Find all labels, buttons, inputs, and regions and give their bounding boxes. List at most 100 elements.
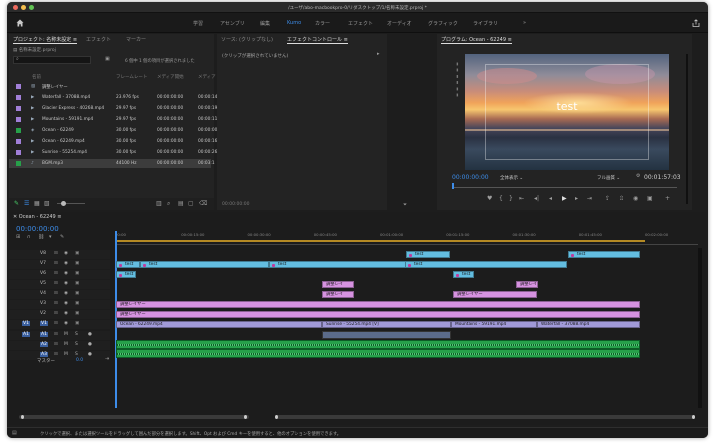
timeline-clip[interactable]: test xyxy=(116,261,140,268)
export-frame-icon[interactable]: ◉ xyxy=(633,196,638,202)
toggle-output-icon[interactable]: ▣ xyxy=(75,271,79,276)
track-target-toggle[interactable]: V5 xyxy=(40,281,46,286)
timeline-clip[interactable]: 調整レイ xyxy=(322,291,354,298)
list-view-icon[interactable]: ☰ xyxy=(24,201,29,207)
label-color-swatch[interactable] xyxy=(16,95,21,100)
nest-icon[interactable]: ⊞ xyxy=(16,235,20,240)
find-icon[interactable]: ⌕ xyxy=(167,201,170,207)
tab-source[interactable]: ソース: (クリップなし) xyxy=(221,36,273,43)
track-target-toggle[interactable]: V1 xyxy=(40,321,48,326)
toggle-output-icon[interactable]: ▣ xyxy=(75,261,79,266)
timeline-sequence-tab[interactable]: ✕ Ocean - 62249 ≡ xyxy=(13,214,61,220)
project-item[interactable]: ▧ 調整レイヤー xyxy=(9,82,211,91)
timeline-clip[interactable]: test xyxy=(453,271,474,278)
eye-icon[interactable]: ◉ xyxy=(64,271,68,276)
timeline-clip[interactable]: 調整レイヤー xyxy=(116,301,640,308)
project-item[interactable]: ◈ Ocean - 62249 30.00 fps 00:00:00:00 00:00:… xyxy=(9,126,217,135)
resolution-dropdown[interactable]: フル画質 ⌄ xyxy=(597,175,620,181)
step-back-frame-icon[interactable]: ◂ xyxy=(549,196,552,202)
track-target-toggle[interactable]: V8 xyxy=(40,251,46,256)
effects-timecode[interactable]: 00:00:00:00 xyxy=(222,202,249,207)
new-bin-icon[interactable]: ▤ xyxy=(178,201,184,207)
time-ruler[interactable]: 00:00 00:00:15:00 00:00:30:00 00:00:45:00 00… xyxy=(115,231,698,245)
icon-view-icon[interactable]: ▦ xyxy=(34,201,40,207)
eye-icon[interactable]: ◉ xyxy=(64,301,68,306)
settings-wrench-icon[interactable]: ⚙ xyxy=(636,174,640,179)
sync-lock-icon[interactable]: ⊟ xyxy=(54,321,58,326)
go-to-out-icon[interactable]: ⇥ xyxy=(587,196,592,202)
audio-clip-a1[interactable] xyxy=(116,340,640,349)
column-media-start[interactable]: メディア開始 xyxy=(157,74,184,80)
timeline-clip[interactable]: 調整レイヤー xyxy=(116,311,640,318)
close-icon[interactable]: ✕ xyxy=(13,214,17,220)
tab-effects[interactable]: エフェクト xyxy=(86,36,111,43)
toggle-output-icon[interactable]: ▣ xyxy=(75,281,79,286)
timeline-clip[interactable]: Sunrise - 55254.mp4 [V] xyxy=(322,321,451,328)
workspace-tab-assembly[interactable]: アセンブリ xyxy=(220,20,245,27)
tab-effect-controls[interactable]: エフェクトコントロール ≡ xyxy=(287,36,348,44)
label-color-swatch[interactable] xyxy=(16,106,21,111)
mark-out-icon[interactable]: } xyxy=(509,196,513,202)
timeline-clip[interactable]: 調整レイ xyxy=(322,281,354,288)
add-marker-icon[interactable]: ▾ xyxy=(49,235,52,240)
column-media-end[interactable]: メディア xyxy=(198,74,216,80)
go-to-in-icon[interactable]: ⇤ xyxy=(519,196,524,202)
button-editor-icon[interactable]: + xyxy=(665,196,670,202)
workspace-tab-audio[interactable]: オーディオ xyxy=(387,20,412,27)
sync-lock-icon[interactable]: ⊟ xyxy=(54,342,58,347)
sync-lock-icon[interactable]: ⊟ xyxy=(54,271,58,276)
source-patch-v1[interactable]: V1 xyxy=(22,321,30,326)
workspace-tab-kumo[interactable]: Kumo xyxy=(287,20,301,26)
sync-lock-icon[interactable]: ⊟ xyxy=(54,311,58,316)
timeline-clip[interactable]: Ocean - 62249.mp4 xyxy=(116,321,322,328)
workspace-tab-libraries[interactable]: ライブラリ xyxy=(473,20,498,27)
comparison-icon[interactable]: ▣ xyxy=(647,196,653,202)
microphone-icon[interactable]: ● xyxy=(88,342,92,347)
mute-button[interactable]: M xyxy=(64,342,68,347)
sync-lock-icon[interactable]: ⊟ xyxy=(54,251,58,256)
sync-lock-icon[interactable]: ⊟ xyxy=(54,261,58,266)
toggle-output-icon[interactable]: ▣ xyxy=(75,251,79,256)
eye-icon[interactable]: ◉ xyxy=(64,251,68,256)
tab-markers[interactable]: マーカー xyxy=(126,36,146,43)
panel-menu-icon[interactable]: ≡ xyxy=(508,37,512,43)
program-timecode[interactable]: 00:00:00:00 xyxy=(452,174,489,181)
playhead[interactable] xyxy=(115,231,117,408)
workspace-tab-color[interactable]: カラー xyxy=(315,20,330,27)
step-forward-icon[interactable]: ▸ xyxy=(575,196,578,202)
label-color-swatch[interactable] xyxy=(16,139,21,144)
work-area-bar[interactable] xyxy=(115,240,645,242)
new-item-icon[interactable]: ▢ xyxy=(188,201,194,207)
timeline-clip[interactable]: test xyxy=(405,261,567,268)
workspace-tab-edit[interactable]: 編集 xyxy=(260,20,270,27)
timeline-settings-icon[interactable]: ✎ xyxy=(60,235,64,240)
share-icon[interactable] xyxy=(692,19,700,27)
label-color-swatch[interactable] xyxy=(16,150,21,155)
video-preview[interactable]: test xyxy=(465,54,669,170)
master-volume[interactable]: 0.0 xyxy=(76,358,83,363)
eye-icon[interactable]: ◉ xyxy=(64,311,68,316)
column-framerate[interactable]: フレームレート xyxy=(116,74,147,80)
linked-selection-icon[interactable]: ⛓ xyxy=(38,235,44,240)
track-target-toggle[interactable]: A2 xyxy=(40,342,48,347)
project-item[interactable]: ▶ Mountains - 59191.mp4 29.97 fps 00:00:00:… xyxy=(9,115,217,124)
home-icon[interactable] xyxy=(16,19,24,27)
panel-menu-icon[interactable]: ≡ xyxy=(73,37,77,43)
fit-dropdown[interactable]: 全体表示 ⌄ xyxy=(500,175,523,181)
toggle-output-icon[interactable]: ▣ xyxy=(75,311,79,316)
workspace-more-button[interactable]: » xyxy=(523,20,526,26)
automate-to-sequence-icon[interactable]: ▥ xyxy=(156,201,162,207)
label-color-swatch[interactable] xyxy=(16,84,21,89)
tab-project[interactable]: プロジェクト: 名称未設定 ≡ xyxy=(13,36,78,44)
go-to-end-icon[interactable]: ⇥ xyxy=(105,357,109,362)
clear-icon[interactable]: ⌫ xyxy=(199,201,207,207)
audio-clip-a2[interactable] xyxy=(116,349,640,358)
project-item[interactable]: ▶ Waterfall - 37088.mp4 23.976 fps 00:00:00… xyxy=(9,93,217,102)
snap-icon[interactable]: ∩ xyxy=(27,235,31,240)
track-target-toggle[interactable]: V2 xyxy=(40,311,46,316)
step-back-icon[interactable]: ◂| xyxy=(534,196,539,202)
timeline-clip[interactable]: test xyxy=(269,261,412,268)
freeform-view-icon[interactable]: ▧ xyxy=(44,201,50,207)
project-item[interactable]: ♪ BGM.mp3 44100 Hz 00:00:00:00 00:03:1 xyxy=(9,159,215,168)
zoom-slider[interactable] xyxy=(57,201,85,206)
